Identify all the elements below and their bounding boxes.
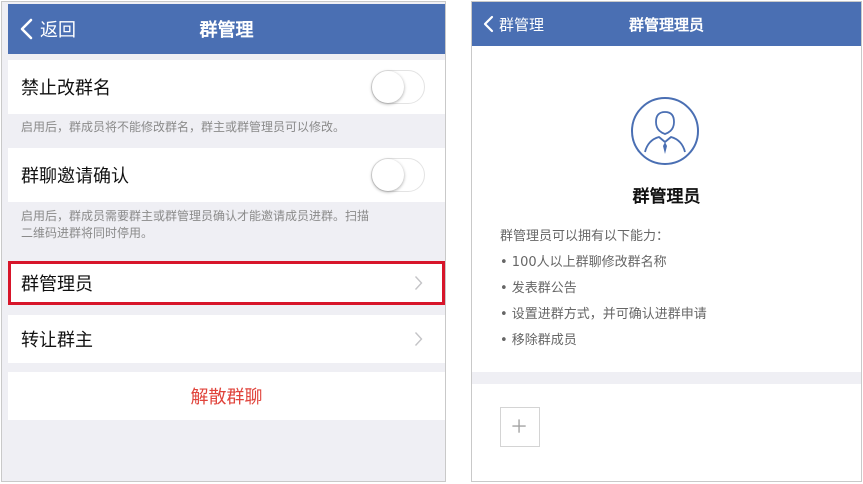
back-label: 返回 xyxy=(40,20,76,41)
section-title: 群管理员 xyxy=(632,187,701,207)
toggle-knob xyxy=(372,71,404,103)
navigation-bar: 返回 群管理 xyxy=(8,4,445,54)
right-phone-screen: 群管理 群管理理员 群管理员 群管理员可以拥有以下能力： • 100人以上群聊修… xyxy=(471,1,862,482)
dissolve-group-button[interactable]: 解散群聊 xyxy=(8,372,445,420)
add-admin-button[interactable] xyxy=(500,407,540,447)
capabilities-intro: 群管理员可以拥有以下能力： xyxy=(500,229,670,244)
back-label: 群管理 xyxy=(499,15,545,34)
section-divider xyxy=(472,372,861,384)
transfer-owner-label: 转让群主 xyxy=(21,330,93,351)
capabilities-list: 群管理员可以拥有以下能力： • 100人以上群聊修改群名称 • 发表群公告 • … xyxy=(500,224,707,354)
forbid-rename-label: 禁止改群名 xyxy=(21,78,111,99)
invite-confirm-label: 群聊邀请确认 xyxy=(21,166,129,187)
forbid-rename-row: 禁止改群名 xyxy=(8,60,445,114)
forbid-rename-hint: 启用后，群成员将不能修改群名，群主或群管理员可以修改。 xyxy=(21,120,346,134)
invite-confirm-hint-line2: 二维码进群将同时停用。 xyxy=(21,226,154,240)
list-item: • 100人以上群聊修改群名称 xyxy=(500,255,667,270)
left-phone-screen: 返回 群管理 禁止改群名 启用后，群成员将不能修改群名，群主或群管理员可以修改。… xyxy=(1,1,446,482)
invite-confirm-hint: 启用后，群成员需要群主或群管理员确认才能邀请成员进群。扫描 二维码进群将同时停用… xyxy=(21,208,425,242)
plus-icon xyxy=(512,419,526,433)
invite-confirm-row: 群聊邀请确认 xyxy=(8,148,445,202)
chevron-left-icon xyxy=(20,18,33,40)
chevron-left-icon xyxy=(483,15,494,33)
invite-confirm-toggle[interactable] xyxy=(371,158,425,192)
back-button[interactable]: 返回 xyxy=(18,4,76,54)
toggle-knob xyxy=(372,159,404,191)
dissolve-group-label: 解散群聊 xyxy=(190,387,263,408)
invite-confirm-hint-line1: 启用后，群成员需要群主或群管理员确认才能邀请成员进群。扫描 xyxy=(21,209,370,223)
forbid-rename-toggle[interactable] xyxy=(371,70,425,104)
list-item: • 设置进群方式，并可确认进群申请 xyxy=(500,307,707,322)
transfer-owner-row[interactable]: 转让群主 xyxy=(8,315,445,363)
back-button[interactable]: 群管理 xyxy=(482,2,544,46)
chevron-right-icon xyxy=(414,332,423,346)
chevron-right-icon xyxy=(414,276,423,290)
list-item: • 移除群成员 xyxy=(500,333,577,348)
group-admins-label: 群管理员 xyxy=(21,274,93,295)
list-item: • 发表群公告 xyxy=(500,281,577,296)
navigation-bar: 群管理 群管理理员 xyxy=(472,2,861,46)
admin-avatar-icon xyxy=(631,97,699,165)
group-admins-row[interactable]: 群管理员 xyxy=(8,261,445,305)
